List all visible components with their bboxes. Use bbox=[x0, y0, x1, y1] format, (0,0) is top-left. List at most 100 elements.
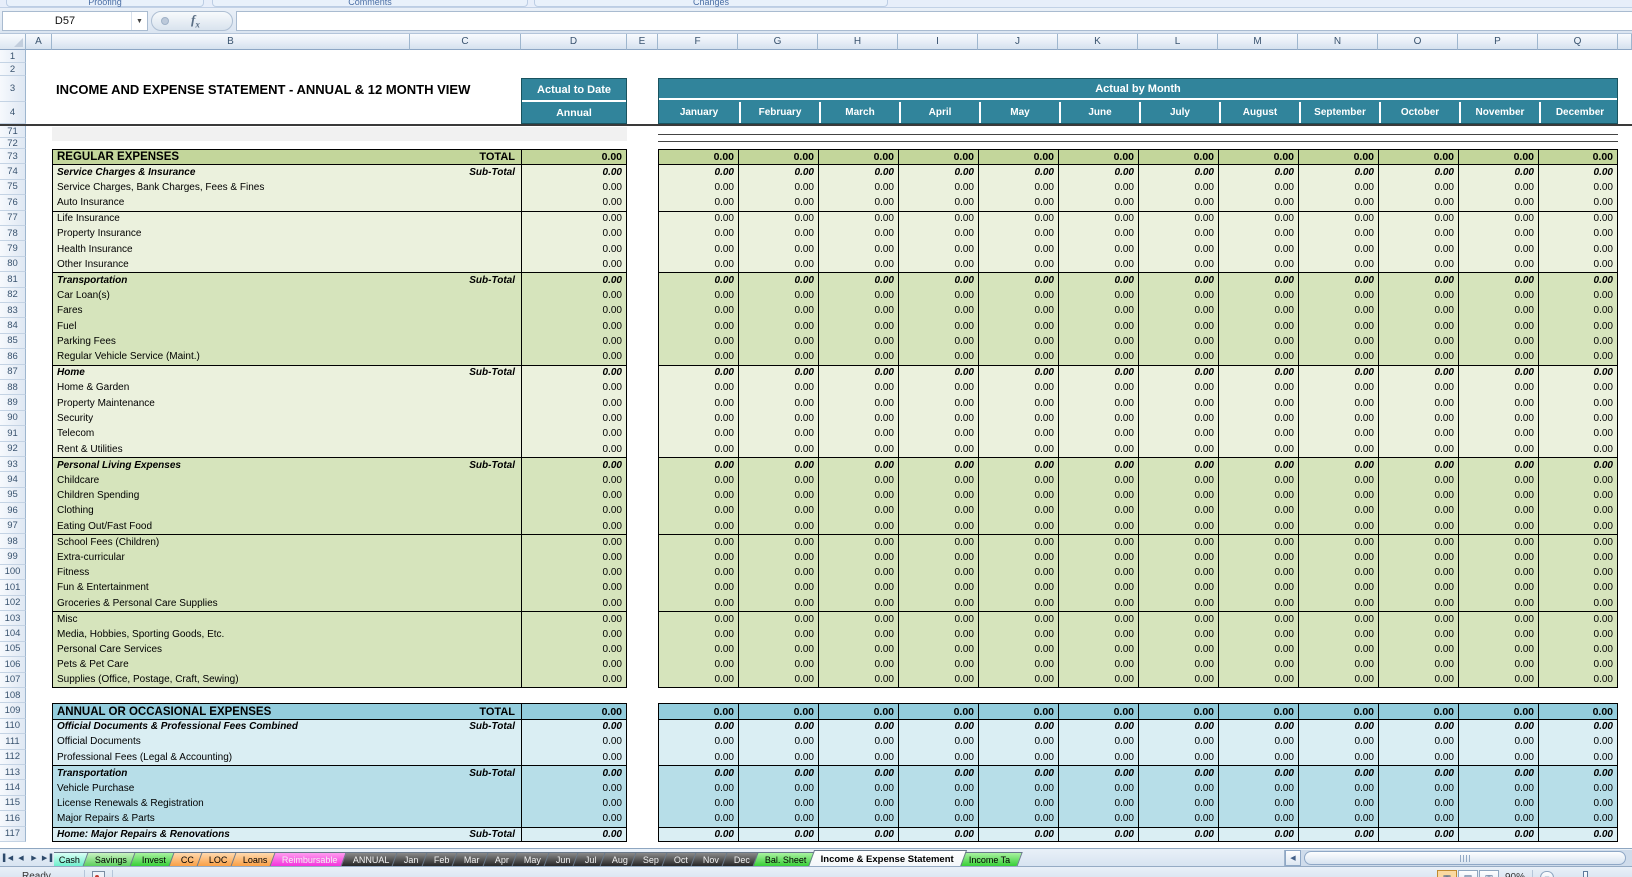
month-value-cell[interactable]: 0.00 bbox=[1538, 241, 1618, 256]
month-value-cell[interactable]: 0.00 bbox=[658, 149, 738, 164]
month-value-cell[interactable]: 0.00 bbox=[1378, 734, 1458, 749]
month-value-cell[interactable]: 0.00 bbox=[818, 765, 898, 780]
month-value-cell[interactable]: 0.00 bbox=[978, 565, 1058, 580]
month-value-cell[interactable]: 0.00 bbox=[898, 349, 978, 364]
month-value-cell[interactable]: 0.00 bbox=[978, 288, 1058, 303]
month-value-cell[interactable]: 0.00 bbox=[1218, 780, 1298, 795]
month-value-cell[interactable]: 0.00 bbox=[1458, 719, 1538, 734]
month-value-cell[interactable]: 0.00 bbox=[818, 334, 898, 349]
month-value-cell[interactable]: 0.00 bbox=[818, 257, 898, 272]
month-value-cell[interactable]: 0.00 bbox=[1378, 395, 1458, 410]
row-label-cell[interactable]: ANNUAL OR OCCASIONAL EXPENSESTOTAL bbox=[52, 703, 521, 718]
month-value-cell[interactable]: 0.00 bbox=[1218, 164, 1298, 179]
month-value-cell[interactable]: 0.00 bbox=[1538, 488, 1618, 503]
month-value-cell[interactable]: 0.00 bbox=[898, 488, 978, 503]
month-value-cell[interactable]: 0.00 bbox=[658, 703, 738, 718]
annual-value-cell[interactable]: 0.00 bbox=[521, 719, 627, 734]
month-value-cell[interactable]: 0.00 bbox=[658, 257, 738, 272]
column-header-N[interactable]: N bbox=[1298, 34, 1378, 50]
month-value-cell[interactable]: 0.00 bbox=[1058, 241, 1138, 256]
month-value-cell[interactable]: 0.00 bbox=[1378, 272, 1458, 287]
month-value-cell[interactable]: 0.00 bbox=[1378, 349, 1458, 364]
month-header-october[interactable]: October bbox=[1379, 102, 1459, 123]
month-value-cell[interactable]: 0.00 bbox=[1218, 211, 1298, 226]
month-value-cell[interactable]: 0.00 bbox=[818, 180, 898, 195]
month-value-cell[interactable]: 0.00 bbox=[1058, 750, 1138, 765]
sheet-tab-reimbursable[interactable]: Reimbursable bbox=[269, 852, 350, 866]
month-value-cell[interactable]: 0.00 bbox=[898, 164, 978, 179]
month-value-cell[interactable]: 0.00 bbox=[1458, 642, 1538, 657]
column-header-Q[interactable]: Q bbox=[1538, 34, 1618, 50]
month-value-cell[interactable]: 0.00 bbox=[1138, 488, 1218, 503]
insert-function-button[interactable]: fx bbox=[151, 11, 233, 31]
month-value-cell[interactable]: 0.00 bbox=[978, 534, 1058, 549]
row-label-cell[interactable]: HomeSub-Total bbox=[52, 365, 521, 380]
month-value-cell[interactable]: 0.00 bbox=[1538, 765, 1618, 780]
annual-value-cell[interactable]: 0.00 bbox=[521, 241, 627, 256]
annual-value-cell[interactable]: 0.00 bbox=[521, 149, 627, 164]
month-value-cell[interactable]: 0.00 bbox=[658, 719, 738, 734]
month-value-cell[interactable]: 0.00 bbox=[738, 303, 818, 318]
annual-value-cell[interactable]: 0.00 bbox=[521, 596, 627, 611]
row-header-71[interactable]: 71 bbox=[0, 126, 26, 138]
month-value-cell[interactable]: 0.00 bbox=[738, 457, 818, 472]
month-value-cell[interactable]: 0.00 bbox=[1538, 411, 1618, 426]
row-label-cell[interactable]: Security bbox=[52, 411, 521, 426]
month-value-cell[interactable]: 0.00 bbox=[1378, 318, 1458, 333]
month-value-cell[interactable]: 0.00 bbox=[898, 642, 978, 657]
month-value-cell[interactable]: 0.00 bbox=[1298, 734, 1378, 749]
month-value-cell[interactable]: 0.00 bbox=[1298, 426, 1378, 441]
month-value-cell[interactable]: 0.00 bbox=[818, 442, 898, 457]
annual-value-cell[interactable]: 0.00 bbox=[521, 195, 627, 210]
page-layout-view-button[interactable]: ▤ bbox=[1458, 870, 1478, 877]
month-value-cell[interactable]: 0.00 bbox=[1458, 149, 1538, 164]
annual-value-cell[interactable]: 0.00 bbox=[521, 488, 627, 503]
month-value-cell[interactable]: 0.00 bbox=[1218, 195, 1298, 210]
month-value-cell[interactable]: 0.00 bbox=[1538, 596, 1618, 611]
month-value-cell[interactable]: 0.00 bbox=[1298, 534, 1378, 549]
month-value-cell[interactable]: 0.00 bbox=[1298, 750, 1378, 765]
month-value-cell[interactable]: 0.00 bbox=[978, 580, 1058, 595]
month-value-cell[interactable]: 0.00 bbox=[1218, 796, 1298, 811]
month-value-cell[interactable]: 0.00 bbox=[1218, 580, 1298, 595]
month-value-cell[interactable]: 0.00 bbox=[1058, 303, 1138, 318]
month-value-cell[interactable]: 0.00 bbox=[1218, 565, 1298, 580]
month-value-cell[interactable]: 0.00 bbox=[818, 642, 898, 657]
month-value-cell[interactable]: 0.00 bbox=[1538, 626, 1618, 641]
month-value-cell[interactable]: 0.00 bbox=[1218, 703, 1298, 718]
row-label-cell[interactable]: Telecom bbox=[52, 426, 521, 441]
month-value-cell[interactable]: 0.00 bbox=[978, 472, 1058, 487]
annual-value-cell[interactable]: 0.00 bbox=[521, 549, 627, 564]
annual-value-cell[interactable]: 0.00 bbox=[521, 534, 627, 549]
month-value-cell[interactable]: 0.00 bbox=[658, 642, 738, 657]
month-value-cell[interactable]: 0.00 bbox=[1378, 164, 1458, 179]
row-label-cell[interactable]: Other Insurance bbox=[52, 257, 521, 272]
month-value-cell[interactable]: 0.00 bbox=[978, 365, 1058, 380]
row-label-cell[interactable]: Official Documents & Professional Fees C… bbox=[52, 719, 521, 734]
column-header-J[interactable]: J bbox=[978, 34, 1058, 50]
month-value-cell[interactable]: 0.00 bbox=[658, 534, 738, 549]
annual-value-cell[interactable]: 0.00 bbox=[521, 442, 627, 457]
month-value-cell[interactable]: 0.00 bbox=[1058, 164, 1138, 179]
month-value-cell[interactable]: 0.00 bbox=[1138, 395, 1218, 410]
annual-value-cell[interactable]: 0.00 bbox=[521, 457, 627, 472]
month-value-cell[interactable]: 0.00 bbox=[1058, 226, 1138, 241]
annual-value-cell[interactable]: 0.00 bbox=[521, 780, 627, 795]
month-value-cell[interactable]: 0.00 bbox=[978, 611, 1058, 626]
column-header-I[interactable]: I bbox=[898, 34, 978, 50]
month-value-cell[interactable]: 0.00 bbox=[978, 164, 1058, 179]
month-value-cell[interactable]: 0.00 bbox=[1378, 149, 1458, 164]
month-value-cell[interactable]: 0.00 bbox=[1218, 349, 1298, 364]
month-value-cell[interactable]: 0.00 bbox=[738, 673, 818, 688]
month-value-cell[interactable]: 0.00 bbox=[818, 472, 898, 487]
month-value-cell[interactable]: 0.00 bbox=[1218, 596, 1298, 611]
month-value-cell[interactable]: 0.00 bbox=[658, 334, 738, 349]
month-value-cell[interactable]: 0.00 bbox=[1138, 719, 1218, 734]
column-header-O[interactable]: O bbox=[1378, 34, 1458, 50]
month-value-cell[interactable]: 0.00 bbox=[1378, 642, 1458, 657]
month-value-cell[interactable]: 0.00 bbox=[1378, 719, 1458, 734]
row-label-cell[interactable]: Auto Insurance bbox=[52, 195, 521, 210]
month-value-cell[interactable]: 0.00 bbox=[1538, 365, 1618, 380]
month-value-cell[interactable]: 0.00 bbox=[1458, 272, 1538, 287]
month-value-cell[interactable]: 0.00 bbox=[1138, 503, 1218, 518]
